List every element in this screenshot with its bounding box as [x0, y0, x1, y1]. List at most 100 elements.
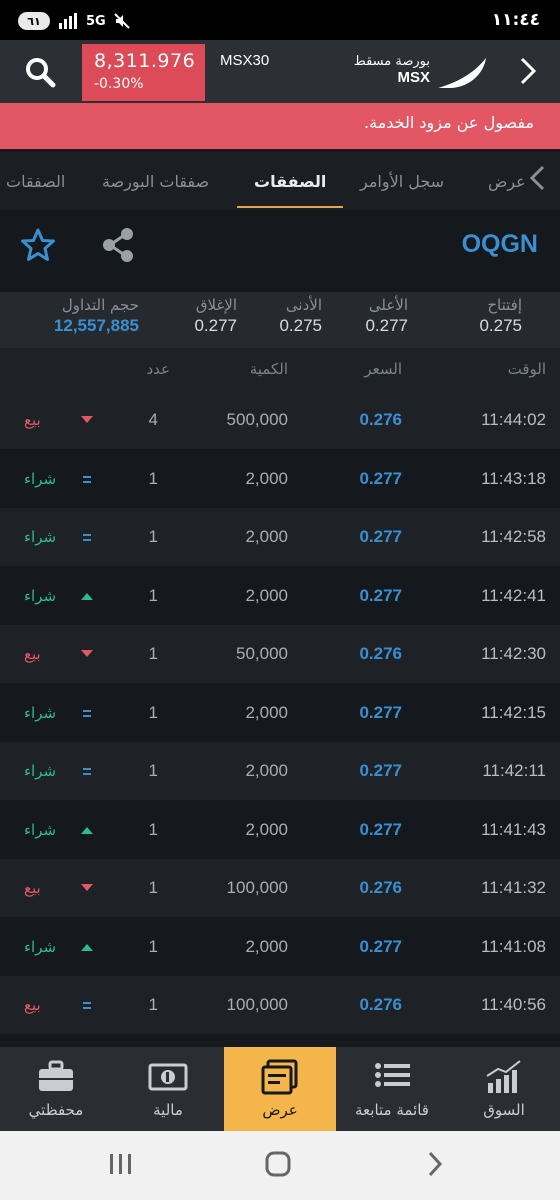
star-icon	[21, 228, 55, 261]
stat-label: حجم التداول	[61, 296, 139, 314]
trade-side: شراء	[24, 938, 57, 956]
table-row: 11:41:43 0.277 2,000 1 شراء	[0, 801, 560, 859]
stock-header: OQGN	[0, 210, 560, 290]
stat-value: 0.277	[365, 316, 408, 335]
equal-icon	[83, 1002, 91, 1009]
equal-icon	[83, 476, 91, 483]
trade-count: 1	[148, 469, 158, 488]
brand-name: بورصة مسقط MSX	[340, 54, 430, 86]
index-ticker[interactable]: 8,311.976 -0.30%	[82, 44, 205, 101]
stat-volume: حجم التداول 12,557,885	[54, 296, 139, 336]
trade-quantity: 2,000	[245, 820, 288, 839]
trade-price: 0.277	[359, 820, 402, 839]
trade-quantity: 500,000	[226, 410, 288, 429]
app-header: 8,311.976 -0.30% MSX30 بورصة مسقط MSX	[0, 40, 560, 103]
tabs-scroll-button[interactable]	[528, 164, 546, 192]
table-row: 11:44:02 0.276 500,000 4 بيع	[0, 391, 560, 449]
nav-label: عرض	[262, 1101, 298, 1119]
trade-side: شراء	[24, 762, 57, 780]
trade-side: شراء	[24, 528, 57, 546]
search-button[interactable]	[22, 54, 58, 90]
trade-count: 1	[148, 820, 158, 839]
trades-table-header: الوقت السعر الكمية عدد	[0, 348, 560, 391]
trade-time: 11:42:15	[481, 703, 546, 722]
network-type: 5G	[86, 13, 106, 29]
nav-label: محفظتي	[28, 1101, 84, 1119]
nav-label: مالية	[153, 1101, 183, 1119]
stat-low: الأدنى 0.275	[279, 296, 322, 336]
trade-time: 11:42:11	[482, 761, 546, 780]
market-chart-icon	[486, 1060, 521, 1093]
trade-side: بيع	[24, 411, 41, 429]
stat-value: 0.275	[479, 316, 522, 335]
table-row: 11:43:18 0.277 2,000 1 شراء	[0, 450, 560, 508]
briefcase-icon	[39, 1060, 73, 1091]
stat-label: الإغلاق	[195, 296, 237, 314]
next-index-button[interactable]	[516, 56, 540, 86]
column-header-time: الوقت	[507, 360, 546, 378]
equal-icon	[83, 710, 91, 717]
equal-icon	[83, 534, 91, 541]
home-icon	[265, 1151, 291, 1177]
nav-view[interactable]: عرض	[224, 1047, 336, 1131]
nav-market[interactable]: السوق	[448, 1047, 560, 1131]
trade-side: شراء	[24, 704, 57, 722]
trade-quantity: 2,000	[245, 703, 288, 722]
nav-portfolio[interactable]: محفظتي	[0, 1047, 112, 1131]
stock-symbol: OQGN	[461, 230, 538, 258]
status-icons: ٦١ 5G	[18, 12, 130, 30]
back-button[interactable]	[420, 1149, 454, 1179]
trade-quantity: 100,000	[226, 878, 288, 897]
trade-price: 0.276	[359, 878, 402, 897]
triangle-down-icon	[81, 650, 93, 657]
stock-stats: إفتتاح 0.275 الأعلى 0.277 الأدنى 0.275 ا…	[0, 292, 560, 348]
stat-high: الأعلى 0.277	[365, 296, 408, 336]
nav-watchlist[interactable]: قائمة متابعة	[336, 1047, 448, 1131]
brand-name-arabic: بورصة مسقط	[353, 54, 430, 69]
system-navigation-bar	[0, 1131, 560, 1200]
trade-time: 11:44:02	[481, 410, 546, 429]
trade-side: شراء	[24, 470, 57, 488]
tab-trades-partial[interactable]: الصفقات	[6, 172, 65, 191]
nav-financial[interactable]: مالية	[112, 1047, 224, 1131]
trade-quantity: 2,000	[245, 586, 288, 605]
tab-view-partial[interactable]: عرض	[488, 172, 526, 191]
table-row: 11:40:56 0.276 100,000 1 بيع	[0, 976, 560, 1034]
trade-count: 1	[148, 644, 158, 663]
trade-price: 0.277	[359, 586, 402, 605]
home-button[interactable]	[261, 1149, 295, 1179]
stat-label: الأدنى	[285, 296, 322, 314]
nav-label: قائمة متابعة	[355, 1101, 429, 1119]
trade-price: 0.276	[359, 995, 402, 1014]
share-icon	[103, 228, 133, 262]
trade-quantity: 2,000	[245, 527, 288, 546]
tab-trades[interactable]: الصفقات	[254, 172, 326, 191]
table-row: 11:42:15 0.277 2,000 1 شراء	[0, 684, 560, 742]
trade-time: 11:40:56	[481, 995, 546, 1014]
trade-price: 0.277	[359, 761, 402, 780]
stat-value: 0.277	[194, 316, 237, 335]
triangle-up-icon	[81, 593, 93, 600]
mute-icon	[114, 13, 130, 29]
trade-side: بيع	[24, 996, 41, 1014]
trade-count: 1	[148, 878, 158, 897]
tab-exchange-trades[interactable]: صفقات البورصة	[102, 172, 209, 191]
stat-value: 12,557,885	[53, 316, 139, 335]
triangle-up-icon	[81, 944, 93, 951]
equal-icon	[83, 768, 91, 775]
chevron-left-icon	[529, 165, 545, 191]
trade-side: شراء	[24, 821, 57, 839]
trade-price: 0.277	[359, 937, 402, 956]
trade-count: 1	[148, 586, 158, 605]
trades-table-body: 11:44:02 0.276 500,000 4 بيع 11:43:18 0.277 2,0…	[0, 391, 560, 1047]
trade-count: 1	[148, 761, 158, 780]
column-header-count: عدد	[146, 360, 170, 378]
battery-indicator: ٦١	[18, 12, 50, 30]
trade-time: 11:42:58	[481, 527, 546, 546]
tab-order-book[interactable]: سجل الأوامر	[360, 172, 444, 191]
favorite-button[interactable]	[20, 227, 56, 263]
share-button[interactable]	[101, 227, 135, 263]
bottom-navigation: محفظتي مالية عرض قائمة متابعة السوق	[0, 1047, 560, 1131]
recent-apps-button[interactable]	[104, 1149, 138, 1179]
trade-count: 4	[148, 410, 158, 429]
